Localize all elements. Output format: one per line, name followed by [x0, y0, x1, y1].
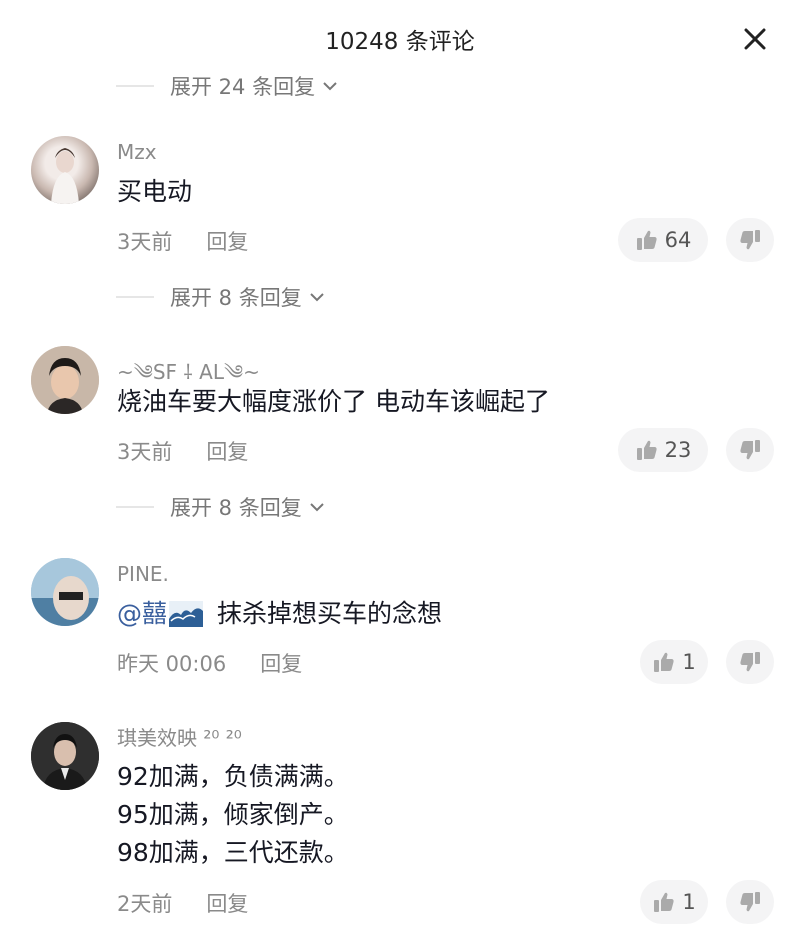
- expand-replies-label: 展开 8 条回复: [170, 496, 302, 520]
- thumbs-up-icon: [636, 230, 657, 250]
- comment-line: 95加满，倾家倒产。: [117, 800, 349, 829]
- comment-username[interactable]: 琪美效映 ²⁰ ²⁰: [117, 722, 242, 751]
- comment-meta: 昨天 00:06 回复: [117, 648, 302, 678]
- avatar[interactable]: [31, 346, 99, 414]
- thumbs-down-icon: [740, 892, 760, 912]
- comment-username[interactable]: PINE.: [117, 562, 169, 586]
- close-icon[interactable]: [740, 24, 770, 54]
- comment-meta: 2天前 回复: [117, 888, 248, 918]
- thumbs-up-icon: [654, 892, 674, 912]
- comment-meta: 3天前 回复: [117, 226, 248, 256]
- reply-button[interactable]: 回复: [260, 648, 302, 678]
- comment-username[interactable]: Mzx: [117, 140, 157, 164]
- avatar[interactable]: [31, 722, 99, 790]
- thumbs-up-icon: [654, 652, 674, 672]
- dislike-button[interactable]: [726, 880, 774, 924]
- comments-header: 10248 条评论: [0, 0, 800, 78]
- comment-time: 3天前: [117, 230, 173, 254]
- thumbs-up-icon: [636, 440, 657, 460]
- expand-replies-button[interactable]: 展开 8 条回复: [116, 489, 326, 525]
- comment-text-row: @囍 抹杀掉想买车的念想: [117, 595, 442, 633]
- divider-line: [116, 85, 154, 87]
- like-button[interactable]: 23: [618, 428, 708, 472]
- comment-text: 烧油车要大幅度涨价了 电动车该崛起了: [117, 387, 550, 416]
- reply-button[interactable]: 回复: [206, 226, 248, 256]
- like-button[interactable]: 1: [640, 640, 708, 684]
- chevron-down-icon: [310, 293, 324, 302]
- wave-emoji-icon: [169, 601, 204, 627]
- comment-time: 2天前: [117, 892, 173, 916]
- dislike-button[interactable]: [726, 640, 774, 684]
- comment-line: 98加满，三代还款。: [117, 838, 349, 867]
- expand-replies-label: 展开 24 条回复: [170, 75, 316, 99]
- comment-line: 92加满，负债满满。: [117, 762, 349, 791]
- reply-button[interactable]: 回复: [206, 888, 248, 918]
- comment-text: 买电动: [117, 177, 193, 206]
- chevron-down-icon: [323, 82, 337, 91]
- reply-button[interactable]: 回复: [206, 436, 248, 466]
- comments-title: 10248 条评论: [325, 29, 475, 55]
- dislike-button[interactable]: [726, 218, 774, 262]
- dislike-button[interactable]: [726, 428, 774, 472]
- like-count: 64: [664, 228, 692, 252]
- comment-text: 92加满，负债满满。 95加满，倾家倒产。 98加满，三代还款。: [117, 758, 349, 872]
- comment-meta: 3天前 回复: [117, 436, 248, 466]
- like-button[interactable]: 1: [640, 880, 708, 924]
- thumbs-down-icon: [740, 230, 760, 250]
- thumbs-down-icon: [740, 652, 760, 672]
- divider-line: [116, 296, 154, 298]
- thumbs-down-icon: [740, 440, 760, 460]
- like-button[interactable]: 64: [618, 218, 708, 262]
- like-count: 23: [664, 438, 692, 462]
- avatar[interactable]: [31, 136, 99, 204]
- expand-replies-label: 展开 8 条回复: [170, 286, 302, 310]
- comment-time: 昨天 00:06: [117, 652, 227, 676]
- avatar[interactable]: [31, 558, 99, 626]
- like-count: 1: [682, 650, 696, 674]
- comment-text: 抹杀掉想买车的念想: [217, 599, 443, 628]
- expand-replies-button[interactable]: 展开 24 条回复: [116, 68, 339, 104]
- chevron-down-icon: [310, 503, 324, 512]
- mention-link[interactable]: @囍: [117, 595, 167, 633]
- comment-time: 3天前: [117, 440, 173, 464]
- like-count: 1: [682, 890, 696, 914]
- divider-line: [116, 506, 154, 508]
- expand-replies-button[interactable]: 展开 8 条回复: [116, 279, 326, 315]
